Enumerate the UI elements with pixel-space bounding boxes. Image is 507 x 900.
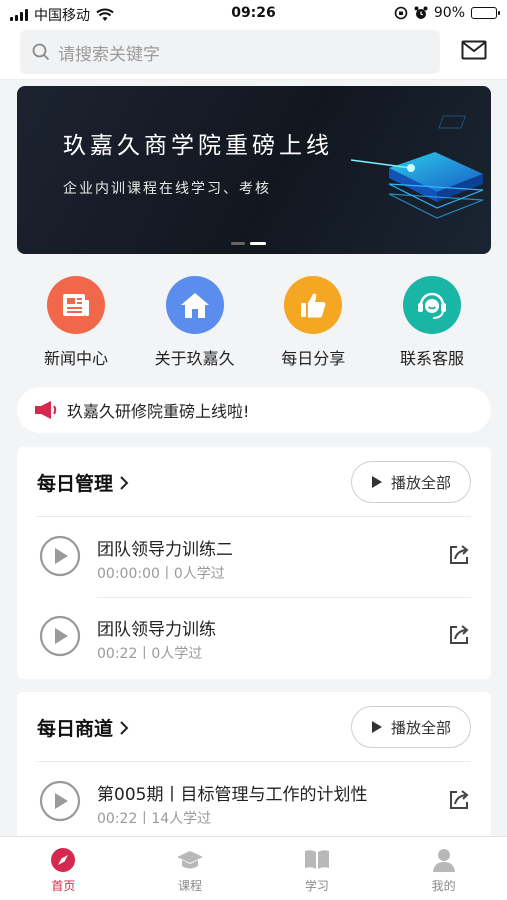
tab-home[interactable]: 首页 — [0, 837, 127, 900]
compass-icon — [51, 848, 76, 872]
section-title[interactable]: 每日商道 — [37, 714, 129, 741]
quick-links: 新闻中心 关于玖嘉久 每日分享 联系客服 — [17, 276, 491, 369]
chevron-right-icon — [120, 475, 129, 490]
banner-subtitle: 企业内训课程在线学习、考核 — [63, 181, 271, 197]
quick-link-label: 关于玖嘉久 — [154, 349, 235, 368]
status-right: 90% — [394, 5, 500, 21]
alarm-icon — [414, 6, 428, 19]
bottom-tab-bar: 首页 课程 学习 我的 — [0, 836, 507, 900]
tab-profile[interactable]: 我的 — [380, 837, 507, 900]
share-icon[interactable] — [447, 623, 471, 647]
tab-label: 首页 — [51, 879, 76, 893]
section-title-text: 每日商道 — [37, 718, 114, 740]
tab-study[interactable]: 学习 — [254, 837, 381, 900]
home-icon — [165, 276, 224, 334]
book-graphic-icon — [351, 115, 484, 219]
search-input[interactable]: 请搜索关键字 — [20, 30, 440, 74]
item-title: 第005期丨目标管理与工作的计划性 — [97, 785, 368, 805]
play-circle-icon[interactable] — [39, 615, 81, 657]
share-icon[interactable] — [447, 543, 471, 567]
banner-title: 玖嘉久商学院重磅上线 — [63, 133, 333, 159]
play-all-label: 播放全部 — [390, 718, 451, 737]
carousel-indicator[interactable] — [231, 242, 266, 245]
customer-service-icon — [402, 276, 461, 334]
speaker-icon — [35, 401, 57, 419]
play-icon — [371, 721, 382, 733]
section-title[interactable]: 每日管理 — [37, 469, 129, 496]
share-icon[interactable] — [447, 788, 471, 812]
play-icon — [371, 476, 382, 488]
search-bar: 请搜索关键字 — [0, 28, 507, 80]
quick-link-label: 联系客服 — [399, 349, 464, 368]
graduation-cap-icon — [177, 851, 204, 869]
list-item[interactable]: 第005期丨目标管理与工作的计划性 00:22丨14人学过 — [17, 762, 491, 842]
promo-banner[interactable]: 玖嘉久商学院重磅上线 企业内训课程在线学习、考核 — [17, 86, 491, 254]
list-item[interactable]: 团队领导力训练 00:22丨0人学过 — [17, 597, 491, 677]
item-title: 团队领导力训练二 — [97, 540, 233, 560]
quick-link-label: 每日分享 — [281, 349, 346, 368]
quick-link-label: 新闻中心 — [43, 349, 108, 368]
section-header: 每日管理 播放全部 — [37, 447, 471, 517]
item-meta: 00:00:00丨0人学过 — [97, 566, 225, 582]
play-circle-icon[interactable] — [39, 535, 81, 577]
play-all-label: 播放全部 — [390, 473, 451, 492]
battery-icon — [471, 7, 500, 19]
thumbs-up-icon — [284, 276, 343, 334]
mail-icon[interactable] — [461, 40, 487, 60]
search-placeholder: 请搜索关键字 — [58, 44, 160, 65]
tab-label: 我的 — [431, 879, 456, 893]
quick-link-support[interactable]: 联系客服 — [373, 276, 491, 369]
book-icon — [304, 850, 329, 869]
play-all-button[interactable]: 播放全部 — [351, 461, 471, 503]
section-daily-business: 每日商道 播放全部 第005期丨目标管理与工作的计划性 00:22丨14人学过 — [17, 692, 491, 852]
item-meta: 00:22丨0人学过 — [97, 646, 203, 662]
announcement-bar[interactable]: 玖嘉久研修院重磅上线啦! — [17, 387, 491, 433]
list-item[interactable]: 团队领导力训练二 00:00:00丨0人学过 — [17, 517, 491, 597]
news-icon — [47, 276, 105, 334]
status-bar: 中国移动 09:26 90% — [0, 0, 507, 28]
search-icon — [32, 43, 50, 61]
play-circle-icon[interactable] — [39, 780, 81, 822]
item-meta: 00:22丨14人学过 — [97, 811, 212, 827]
section-header: 每日商道 播放全部 — [37, 692, 471, 762]
section-daily-management: 每日管理 播放全部 团队领导力训练二 00:00:00丨0人学过 团队领导力训练… — [17, 447, 491, 679]
announcement-text: 玖嘉久研修院重磅上线啦! — [67, 402, 250, 421]
section-title-text: 每日管理 — [37, 473, 114, 495]
tab-courses[interactable]: 课程 — [127, 837, 254, 900]
item-title: 团队领导力训练 — [97, 620, 216, 640]
quick-link-daily-share[interactable]: 每日分享 — [254, 276, 372, 369]
tab-label: 学习 — [304, 879, 329, 893]
quick-link-about[interactable]: 关于玖嘉久 — [136, 276, 254, 369]
chevron-right-icon — [120, 720, 129, 735]
rotation-lock-icon — [394, 6, 408, 20]
battery-percent: 90% — [433, 5, 465, 21]
play-all-button[interactable]: 播放全部 — [351, 706, 471, 748]
tab-label: 课程 — [178, 879, 203, 893]
user-icon — [432, 849, 455, 872]
quick-link-news[interactable]: 新闻中心 — [17, 276, 135, 369]
